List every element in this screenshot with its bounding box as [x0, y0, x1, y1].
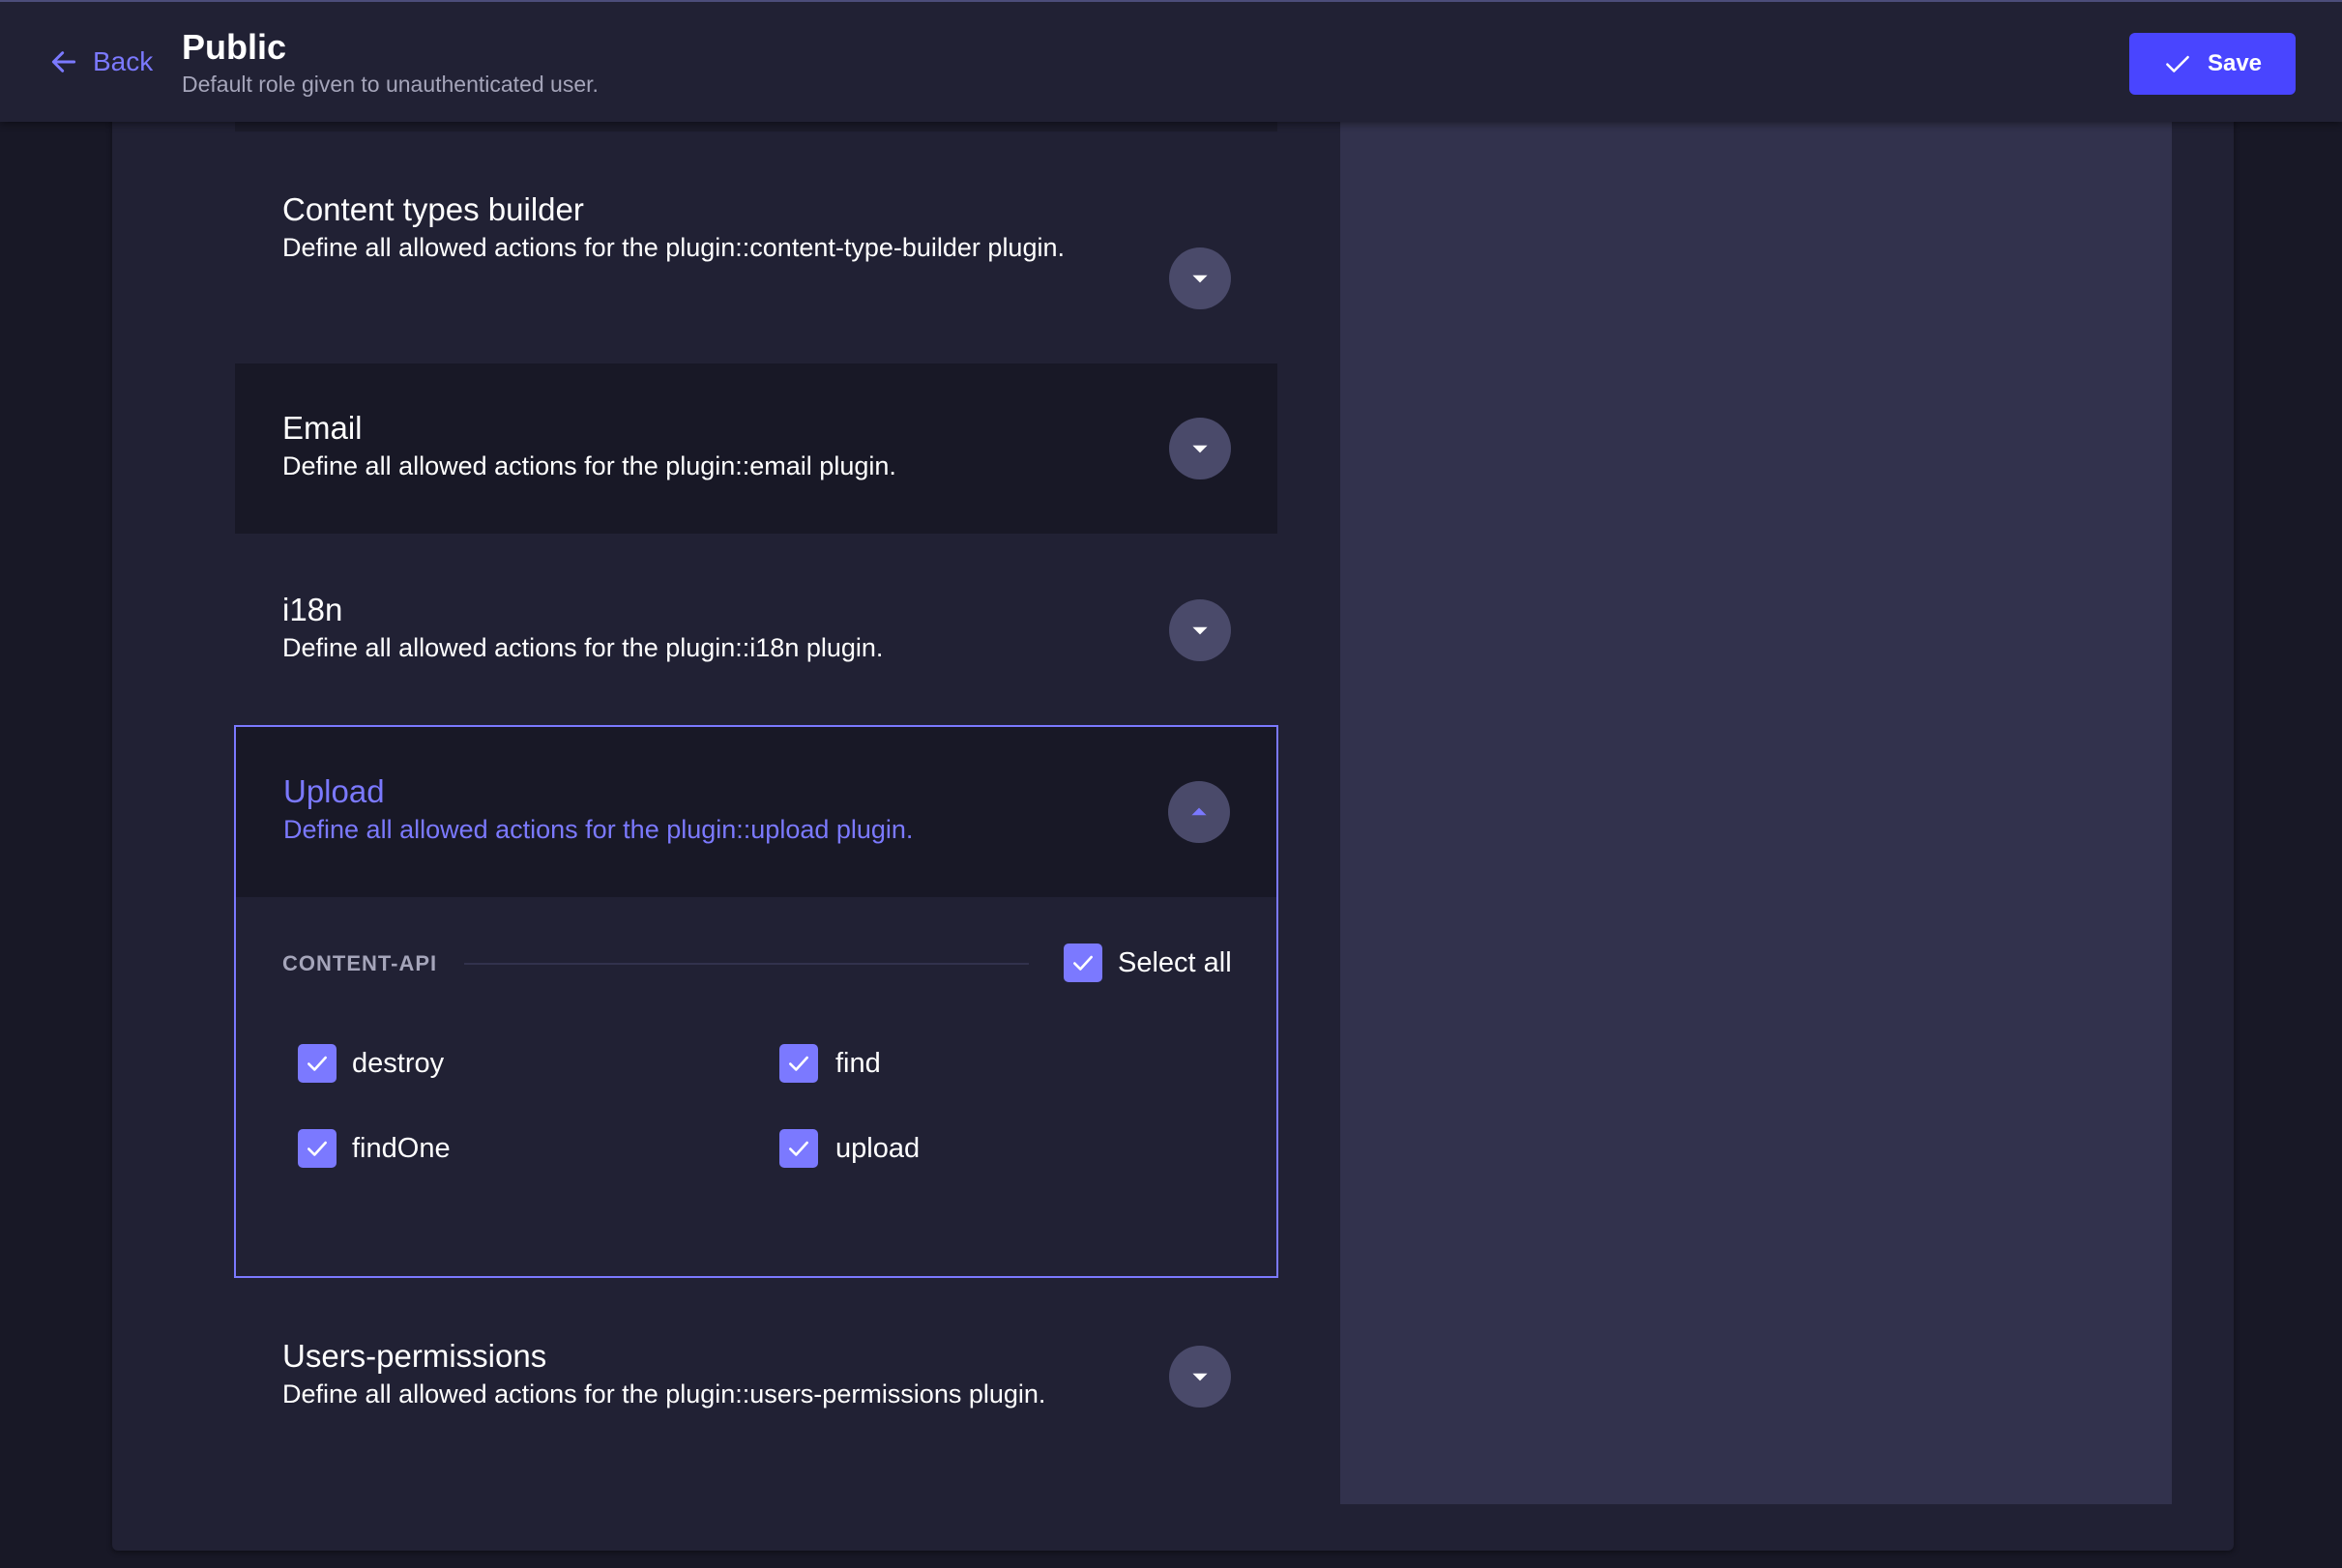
checkmark-icon [789, 1141, 808, 1156]
checkbox-label-upload[interactable]: upload [835, 1133, 920, 1165]
page-header: Back Public Default role given to unauth… [0, 0, 2342, 122]
section-divider [464, 963, 1029, 965]
accordion-content-types-builder: Content types builder Define all allowed… [235, 131, 1277, 363]
save-button-label: Save [2207, 50, 2263, 76]
section-label-content-api: CONTENT-API [282, 951, 438, 975]
accordion-description: Define all allowed actions for the plugi… [282, 1379, 1046, 1408]
accordion-email: Email Define all allowed actions for the… [235, 363, 1277, 534]
select-all-checkbox[interactable] [1064, 944, 1102, 982]
accordion-title: Email [282, 410, 363, 446]
previous-accordion-edge [235, 122, 1277, 131]
back-link[interactable]: Back [48, 41, 153, 83]
app-viewport: Content types builder Define all allowed… [0, 0, 2342, 1568]
expand-button[interactable] [1169, 599, 1231, 661]
chevron-down-icon [1192, 445, 1208, 453]
accordion-header-i18n[interactable]: i18n Define all allowed actions for the … [235, 534, 1277, 725]
expand-button[interactable] [1169, 418, 1231, 479]
expand-button[interactable] [1169, 247, 1231, 309]
checkbox-label-findone[interactable]: findOne [352, 1133, 451, 1165]
checkbox-destroy[interactable] [298, 1044, 337, 1083]
accordion-header-content-types-builder[interactable]: Content types builder Define all allowed… [235, 131, 1277, 363]
collapse-button[interactable] [1168, 781, 1230, 843]
save-button[interactable]: Save [2129, 33, 2296, 95]
accordion-title: Content types builder [282, 191, 584, 227]
accordion-header-users-permissions[interactable]: Users-permissions Define all allowed act… [235, 1278, 1277, 1467]
chevron-up-icon [1191, 807, 1207, 816]
checkbox-find[interactable] [779, 1044, 818, 1083]
page-subtitle: Default role given to unauthenticated us… [182, 72, 599, 97]
accordion-upload: Upload Define all allowed actions for th… [234, 725, 1278, 1278]
accordion-description: Define all allowed actions for the plugi… [282, 233, 1065, 262]
arrow-left-icon [51, 51, 76, 73]
accordion-description: Define all allowed actions for the plugi… [282, 451, 896, 480]
accordion-title: Users-permissions [282, 1338, 547, 1374]
accordion-title: i18n [282, 592, 343, 627]
accordion-description: Define all allowed actions for the plugi… [283, 815, 914, 844]
checkbox-upload[interactable] [779, 1129, 818, 1168]
checkbox-label-find[interactable]: find [835, 1048, 881, 1080]
checkmark-icon [307, 1141, 327, 1156]
chevron-down-icon [1192, 1373, 1208, 1381]
checkbox-label-destroy[interactable]: destroy [352, 1048, 444, 1080]
accordion-description: Define all allowed actions for the plugi… [282, 633, 884, 662]
check-icon [2166, 55, 2189, 73]
select-all-label[interactable]: Select all [1118, 947, 1232, 979]
expand-button[interactable] [1169, 1346, 1231, 1408]
back-link-label: Back [93, 46, 154, 76]
accordion-i18n: i18n Define all allowed actions for the … [235, 534, 1277, 725]
advanced-settings-panel [1340, 97, 2172, 1504]
accordion-header-email[interactable]: Email Define all allowed actions for the… [235, 363, 1277, 534]
accordion-header-upload[interactable]: Upload Define all allowed actions for th… [236, 727, 1276, 897]
chevron-down-icon [1192, 275, 1208, 283]
accordion-users-permissions: Users-permissions Define all allowed act… [235, 1278, 1277, 1467]
chevron-down-icon [1192, 626, 1208, 635]
checkbox-findone[interactable] [298, 1129, 337, 1168]
checkmark-icon [1073, 955, 1093, 971]
checkmark-icon [789, 1056, 808, 1071]
page-title: Public [182, 27, 287, 67]
checkmark-icon [307, 1056, 327, 1071]
accordion-title: Upload [283, 773, 385, 809]
